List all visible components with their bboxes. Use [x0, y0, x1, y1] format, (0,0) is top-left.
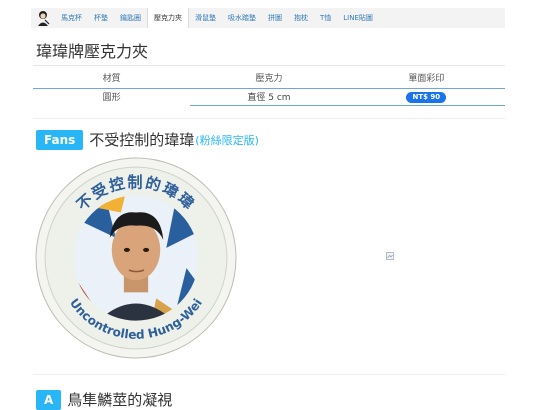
fans-badge: Fans	[36, 129, 84, 150]
nav-item-mousepad[interactable]: 滑鼠墊	[189, 8, 222, 28]
page-title: 瑋瑋牌壓克力夾	[36, 42, 149, 61]
broken-image-icon	[386, 252, 394, 260]
spec-header-acrylic: 壓克力	[255, 74, 283, 84]
spec-header-material: 材質	[102, 74, 121, 84]
divider	[33, 65, 505, 66]
section-fans-heading: Fans 不受控制的瑋瑋 (粉絲限定版)	[36, 129, 259, 150]
spec-table-header: 材質 壓克力 單面彩印	[33, 70, 505, 89]
divider	[33, 118, 505, 119]
section-a-title: 鳥隼鱗莖的凝視	[67, 391, 173, 409]
section-fans-title: 不受控制的瑋瑋	[89, 131, 195, 149]
nav-item-bath-mat[interactable]: 吸水踏墊	[222, 8, 262, 28]
spec-price-cell: NT$ 90	[347, 90, 505, 106]
top-nav: 馬克杯 杯墊 鑰匙圈 壓克力夾 滑鼠墊 吸水踏墊 拼圖 抱枕 T恤 LINE貼圖	[31, 8, 505, 28]
spec-diameter: 直徑 5 cm	[190, 90, 348, 106]
divider	[33, 374, 505, 375]
acrylic-clip-product-image: 不受控制的瑋瑋 Uncontrolled Hung-Wei	[35, 157, 237, 359]
spec-header-print: 單面彩印	[408, 74, 445, 84]
section-a-heading: A 鳥隼鱗莖的凝視	[36, 389, 172, 410]
price-badge: NT$ 90	[406, 92, 447, 103]
spec-table-row: 圓形 直徑 5 cm NT$ 90	[33, 90, 505, 106]
spec-shape: 圓形	[102, 93, 121, 103]
nav-item-pillow[interactable]: 抱枕	[288, 8, 314, 28]
nav-item-coaster[interactable]: 杯墊	[88, 8, 114, 28]
site-logo-icon[interactable]	[33, 8, 53, 28]
nav-item-keychain[interactable]: 鑰匙圈	[114, 8, 147, 28]
nav-item-tshirt[interactable]: T恤	[314, 8, 337, 28]
section-a-badge: A	[36, 389, 62, 410]
nav-item-mug[interactable]: 馬克杯	[55, 8, 88, 28]
section-fans-subtitle: (粉絲限定版)	[195, 133, 259, 147]
nav-item-acrylic-clip[interactable]: 壓克力夾	[147, 8, 189, 28]
nav-item-puzzle[interactable]: 拼圖	[262, 8, 288, 28]
nav-item-line-stickers[interactable]: LINE貼圖	[337, 8, 379, 28]
